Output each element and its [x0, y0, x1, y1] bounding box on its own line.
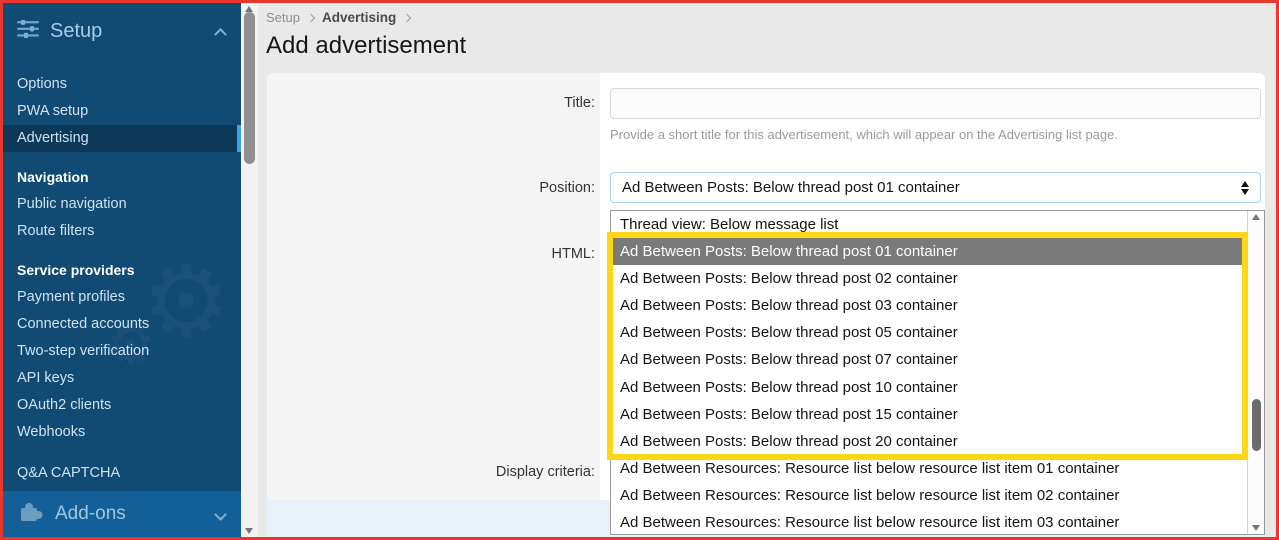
dropdown-option[interactable]: Ad Between Resources: Resource list belo…	[611, 509, 1247, 534]
dropdown-option[interactable]: Ad Between Posts: Below thread post 05 c…	[611, 319, 1247, 346]
dropdown-option[interactable]: Thread view: Below message list	[611, 211, 1247, 238]
chevron-down-icon	[214, 508, 227, 521]
form-label-column	[267, 73, 600, 500]
sidebar-group: Q&A CAPTCHA	[3, 460, 241, 487]
sidebar-group: Service providersPayment profilesConnect…	[3, 257, 241, 446]
sidebar-header-setup[interactable]: Setup	[3, 3, 241, 59]
admin-window: Setup OptionsPWA setupAdvertisingNavigat…	[0, 0, 1279, 540]
sidebar-scrollbar-thumb[interactable]	[244, 12, 255, 164]
puzzle-icon	[19, 501, 43, 528]
dropdown-options: Thread view: Below message listAd Betwee…	[611, 211, 1247, 534]
sidebar-scrollbar[interactable]	[241, 3, 258, 537]
dropdown-option[interactable]: Ad Between Posts: Below thread post 15 c…	[611, 401, 1247, 428]
sidebar-item-webhooks[interactable]: Webhooks	[3, 419, 241, 446]
dropdown-option[interactable]: Ad Between Posts: Below thread post 07 c…	[611, 346, 1247, 373]
sidebar-group: NavigationPublic navigationRoute filters	[3, 164, 241, 245]
breadcrumb: Setup Advertising	[266, 10, 410, 25]
sidebar-footer-addons[interactable]: Add-ons	[3, 490, 241, 537]
sidebar-item-two-step-verification[interactable]: Two-step verification	[3, 338, 241, 365]
dropdown-option[interactable]: Ad Between Posts: Below thread post 01 c…	[611, 238, 1247, 265]
position-select[interactable]: Ad Between Posts: Below thread post 01 c…	[610, 172, 1261, 203]
position-select-value: Ad Between Posts: Below thread post 01 c…	[622, 179, 1241, 196]
title-hint: Provide a short title for this advertise…	[610, 127, 1265, 142]
position-dropdown-list: Thread view: Below message listAd Betwee…	[610, 210, 1265, 535]
sidebar-item-options[interactable]: Options	[3, 71, 241, 98]
sidebar-group-title: Navigation	[3, 164, 241, 191]
dropdown-option[interactable]: Ad Between Posts: Below thread post 20 c…	[611, 428, 1247, 455]
sidebar-nav: OptionsPWA setupAdvertising NavigationPub…	[3, 71, 241, 487]
sidebar-item-q-a-captcha[interactable]: Q&A CAPTCHA	[3, 460, 241, 487]
dropdown-option[interactable]: Ad Between Posts: Below thread post 10 c…	[611, 374, 1247, 401]
html-label: HTML:	[267, 244, 595, 264]
sidebar-item-payment-profiles[interactable]: Payment profiles	[3, 284, 241, 311]
dropdown-scrollbar[interactable]	[1247, 211, 1264, 534]
sidebar-item-pwa-setup[interactable]: PWA setup	[3, 98, 241, 125]
sidebar-title: Setup	[50, 20, 216, 43]
sidebar-item-api-keys[interactable]: API keys	[3, 365, 241, 392]
sidebar-item-route-filters[interactable]: Route filters	[3, 218, 241, 245]
sidebar-footer-label: Add-ons	[55, 503, 216, 525]
sidebar-group-title: Service providers	[3, 257, 241, 284]
page-title: Add advertisement	[266, 32, 466, 60]
position-label: Position:	[267, 178, 595, 198]
sidebar-item-advertising[interactable]: Advertising	[3, 125, 241, 152]
display-criteria-label: Display criteria:	[267, 462, 595, 482]
chevron-right-icon	[307, 13, 315, 21]
sidebar-item-public-navigation[interactable]: Public navigation	[3, 191, 241, 218]
dropdown-option[interactable]: Ad Between Resources: Resource list belo…	[611, 455, 1247, 482]
chevron-up-icon	[214, 27, 227, 40]
title-input[interactable]	[610, 88, 1261, 119]
sidebar-group: OptionsPWA setupAdvertising	[3, 71, 241, 152]
title-label: Title:	[267, 93, 595, 113]
breadcrumb-setup[interactable]: Setup	[266, 10, 300, 25]
chevron-right-icon	[403, 13, 411, 21]
breadcrumb-advertising[interactable]: Advertising	[322, 10, 396, 25]
scroll-down-arrow-icon[interactable]	[245, 528, 253, 534]
scroll-up-arrow-icon[interactable]	[1252, 214, 1260, 220]
dropdown-scrollbar-thumb[interactable]	[1252, 399, 1261, 451]
dropdown-option[interactable]: Ad Between Posts: Below thread post 03 c…	[611, 292, 1247, 319]
sliders-icon	[17, 20, 39, 43]
select-updown-icon	[1241, 181, 1249, 195]
dropdown-option[interactable]: Ad Between Posts: Below thread post 02 c…	[611, 265, 1247, 292]
scroll-down-arrow-icon[interactable]	[1252, 525, 1260, 531]
dropdown-option[interactable]: Ad Between Resources: Resource list belo…	[611, 482, 1247, 509]
sidebar-item-connected-accounts[interactable]: Connected accounts	[3, 311, 241, 338]
sidebar-item-oauth2-clients[interactable]: OAuth2 clients	[3, 392, 241, 419]
sidebar: Setup OptionsPWA setupAdvertising Navigat…	[3, 3, 241, 537]
